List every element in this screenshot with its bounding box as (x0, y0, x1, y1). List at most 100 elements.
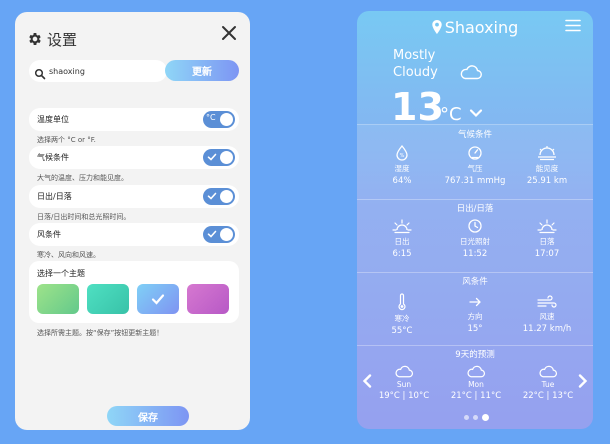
cloud-icon (467, 365, 486, 378)
visibility-cell: 能见度 25.91 km (512, 145, 582, 186)
chevron-down-icon[interactable] (469, 107, 483, 119)
update-button[interactable]: 更新 (165, 60, 239, 81)
wind-conditions-toggle[interactable] (203, 226, 235, 243)
theme-desc: 选择所需主题。按“保存”按钮更新主题！ (37, 329, 164, 337)
settings-panel: 设置 更新 温度单位 °C 选择两个 °C or °F. 气候条件 大气的温度、… (15, 12, 250, 430)
daylight-cell: 日光照射 11:52 (440, 218, 510, 259)
save-button[interactable]: 保存 (107, 406, 189, 426)
wind-speed-value: 11.27 km/h (522, 324, 572, 334)
thermometer-icon (398, 293, 406, 311)
wind-conditions-row: 风条件 (29, 223, 239, 246)
temperature-value: 13 (391, 85, 444, 129)
sun-section: 日出/日落 日出 6:15 日光照射 11:52 日落 17:07 (357, 199, 593, 273)
sunset-cell: 日落 17:07 (512, 218, 582, 259)
page-dot[interactable] (464, 415, 469, 420)
theme-swatch-purple[interactable] (187, 284, 229, 314)
condition-line2: Cloudy (393, 65, 438, 80)
sunrise-label: 日出 (394, 237, 410, 246)
forecast-day-temps: 19°C | 10°C (378, 391, 430, 401)
forecast-day: Mon 21°C | 11°C (441, 364, 511, 401)
forecast-day: Tue 22°C | 13°C (513, 364, 583, 401)
temperature-unit: °C (440, 104, 462, 125)
pagination-dots (464, 414, 489, 421)
wind-conditions-label: 风条件 (37, 230, 61, 239)
direction-label: 方向 (467, 312, 483, 321)
temperature-unit-desc: 选择两个 °C or °F. (37, 136, 96, 144)
climate-conditions-label: 气候条件 (37, 153, 69, 162)
pressure-value: 767.31 mmHg (444, 176, 506, 186)
sunrise-cell: 日出 6:15 (367, 218, 437, 259)
theme-picker-label: 选择一个主题 (37, 269, 85, 278)
sunrise-sunset-row: 日出/日落 (29, 185, 239, 208)
check-icon (207, 153, 217, 161)
sun-title: 日出/日落 (456, 204, 494, 214)
city-search (29, 60, 167, 82)
condition-text: Mostly Cloudy (393, 47, 438, 81)
weather-card: Shaoxing Mostly Cloudy 13 °C 气候条件 % 湿度 6… (357, 11, 593, 429)
search-input[interactable] (49, 66, 159, 76)
page-dot[interactable] (482, 414, 489, 421)
svg-text:%: % (400, 153, 405, 159)
forecast-day-name: Tue (541, 380, 555, 389)
chill-cell: 寒冷 55°C (367, 293, 437, 336)
theme-swatch-teal[interactable] (87, 284, 129, 314)
check-icon (207, 230, 217, 238)
close-icon[interactable] (220, 24, 238, 42)
forecast-day-name: Sun (396, 380, 412, 389)
city-name: Shaoxing (444, 18, 519, 37)
humidity-value: 64% (392, 176, 412, 186)
cloud-icon (460, 65, 482, 80)
daylight-value: 11:52 (462, 249, 488, 259)
climate-title: 气候条件 (457, 130, 492, 140)
check-icon (151, 294, 165, 305)
temperature-unit-toggle[interactable]: °C (203, 111, 235, 128)
toggle-knob (220, 113, 233, 126)
forecast-day-temps: 22°C | 13°C (522, 391, 574, 401)
wind-direction-icon (469, 297, 481, 307)
sunrise-sunset-toggle[interactable] (203, 188, 235, 205)
chill-label: 寒冷 (394, 314, 410, 323)
menu-icon[interactable] (565, 19, 581, 32)
humidity-label: 湿度 (394, 164, 410, 173)
theme-swatch-blue[interactable] (137, 284, 179, 314)
sunrise-sunset-label: 日出/日落 (37, 192, 72, 201)
wind-section: 风条件 寒冷 55°C 方向 15° 风速 11.27 km/h (357, 272, 593, 346)
daylight-clock-icon (468, 219, 482, 233)
climate-conditions-desc: 大气的温度、压力和能见度。 (37, 174, 128, 182)
chevron-left-icon[interactable] (362, 374, 372, 388)
theme-swatch-green[interactable] (37, 284, 79, 314)
pressure-label: 气压 (467, 164, 483, 173)
direction-cell: 方向 15° (440, 295, 510, 334)
check-icon (207, 192, 217, 200)
gear-icon (27, 31, 43, 47)
wind-speed-label: 风速 (539, 312, 555, 321)
pressure-icon (468, 146, 482, 160)
toggle-knob (220, 228, 233, 241)
toggle-knob (220, 151, 233, 164)
city-header: Shaoxing (357, 18, 593, 37)
theme-picker: 选择一个主题 (29, 261, 239, 323)
search-icon (34, 65, 46, 80)
climate-conditions-toggle[interactable] (203, 149, 235, 166)
settings-title: 设置 (47, 30, 78, 49)
sunset-icon (537, 219, 557, 234)
visibility-icon (538, 146, 556, 161)
wind-speed-icon (537, 295, 557, 308)
daylight-label: 日光照射 (460, 237, 490, 246)
wind-conditions-desc: 寒冷、风向和风速。 (37, 251, 100, 259)
page-dot[interactable] (473, 415, 478, 420)
humidity-icon: % (396, 145, 408, 161)
location-pin-icon (431, 20, 442, 34)
pressure-cell: 气压 767.31 mmHg (440, 145, 510, 186)
sunrise-icon (392, 219, 412, 234)
temperature-unit-row: 温度单位 °C (29, 108, 239, 131)
wind-speed-cell: 风速 11.27 km/h (512, 295, 582, 334)
cloud-icon (539, 365, 558, 378)
condition-line1: Mostly (393, 48, 436, 63)
sunset-label: 日落 (539, 237, 555, 246)
chevron-right-icon[interactable] (578, 374, 588, 388)
climate-conditions-row: 气候条件 (29, 146, 239, 169)
humidity-cell: % 湿度 64% (367, 145, 437, 186)
forecast-day-temps: 21°C | 11°C (450, 391, 502, 401)
cloud-icon (395, 365, 414, 378)
